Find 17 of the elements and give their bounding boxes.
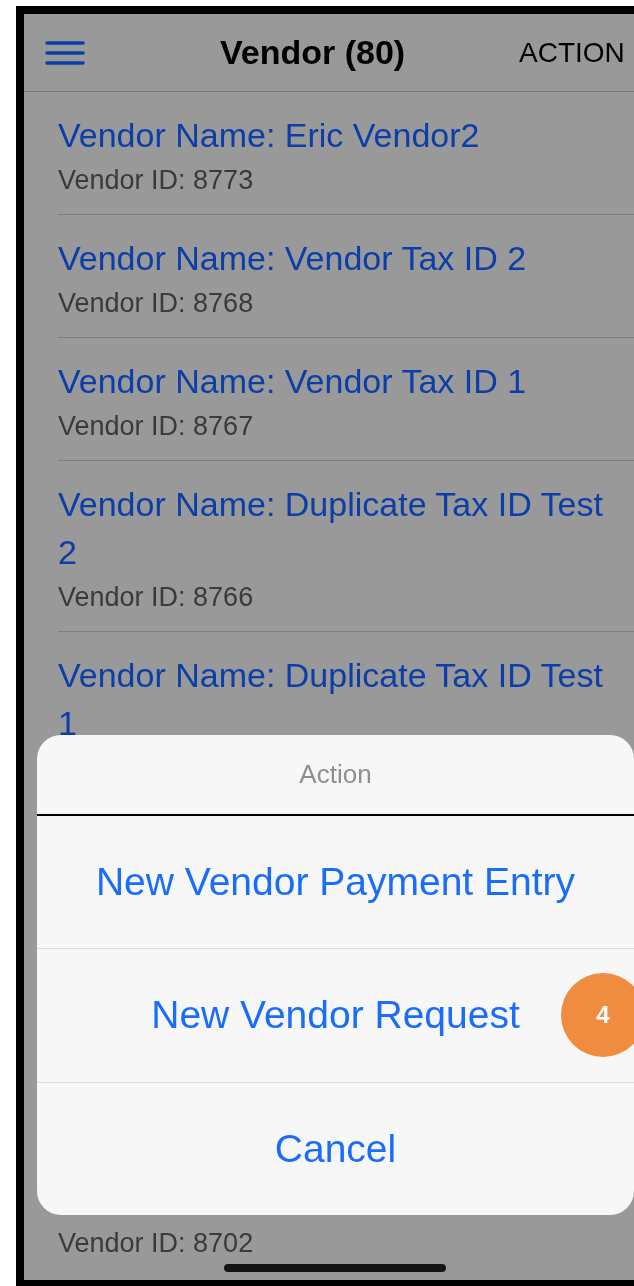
vendor-id: Vendor ID: 8768 (58, 287, 255, 320)
sheet-option-button[interactable]: New Vendor Payment Entry (95, 852, 576, 912)
vendor-name-link[interactable]: Vendor Name: Duplicate Tax ID Test 2 (58, 480, 614, 576)
sheet-option-button[interactable]: New Vendor Request (151, 986, 520, 1045)
vendor-id: Vendor ID: 8766 (58, 581, 255, 614)
vendor-name-link[interactable]: Vendor Name: Vendor Tax ID 2 (58, 234, 614, 282)
vendor-id: Vendor ID: 8767 (58, 410, 255, 443)
vendor-name-link[interactable]: Vendor Name: Eric Vendor2 (58, 111, 614, 159)
action-button[interactable]: ACTION (519, 31, 625, 74)
vendor-name-link[interactable]: Vendor Name: Vendor Tax ID 1 (58, 357, 614, 405)
sheet-title: Action (299, 758, 372, 791)
screen-title: Vendor (80) (220, 32, 406, 73)
menu-icon[interactable] (45, 40, 85, 65)
vendor-id: Vendor ID: 8702 (57, 1227, 255, 1260)
sheet-option-button[interactable]: Cancel (274, 1119, 397, 1179)
vendor-id: Vendor ID: 8773 (58, 164, 255, 197)
count-badge: 4 (561, 973, 634, 1058)
